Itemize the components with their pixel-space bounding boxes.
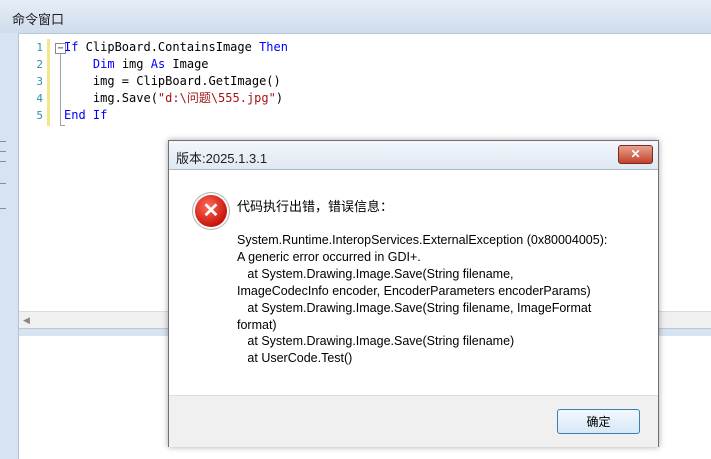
line-number-gutter: 1 2 3 4 5 [19,34,47,311]
error-heading: 代码执行出错，错误信息： [237,199,394,214]
code-text: img = ClipBoard.GetImage() [64,74,281,88]
line-number: 1 [36,41,43,54]
code-line: If ClipBoard.ContainsImage Then [64,39,288,56]
code-string: "d:\问题\555.jpg" [157,91,276,105]
dialog-title: 版本:2025.1.3.1 [176,151,268,166]
code-keyword: If [64,40,79,54]
error-icon: ✕ [195,195,227,227]
close-button[interactable]: ✕ [618,145,653,164]
code-line: img = ClipBoard.GetImage() [64,73,281,90]
code-text: img [114,57,151,71]
code-keyword: Dim [92,57,115,71]
error-dialog: 版本:2025.1.3.1 ✕ ✕ 代码执行出错，错误信息： System.Ru… [168,140,659,447]
error-message: System.Runtime.InteropServices.ExternalE… [237,233,608,366]
left-panel-edge [0,33,19,459]
line-number: 2 [36,58,43,71]
code-keyword: As [150,57,166,71]
code-keyword: Then [259,40,288,54]
window-titlebar: 命令窗口 [0,0,711,34]
scroll-left-icon[interactable]: ◀ [23,315,30,326]
dialog-body: ✕ 代码执行出错，错误信息： System.Runtime.InteropSer… [169,170,658,395]
ok-button[interactable]: 确定 [557,409,640,434]
line-number: 5 [36,109,43,122]
changed-lines-marker [47,39,50,126]
code-text: Image [165,57,209,71]
code-line: img.Save("d:\问题\555.jpg") [64,90,283,107]
code-line: End If [64,107,107,124]
code-line: Dim img As Image [64,56,209,73]
fold-guide [60,47,61,125]
code-keyword: End If [64,108,108,122]
code-text: img.Save( [64,91,158,105]
line-number: 4 [36,92,43,105]
line-number: 3 [36,75,43,88]
dialog-footer: 确定 [169,395,658,447]
code-text: ClipBoard.ContainsImage [78,40,260,54]
code-text: ) [275,91,284,105]
window-title: 命令窗口 [12,12,65,27]
fold-guide-end [60,125,65,126]
dialog-titlebar: 版本:2025.1.3.1 ✕ [169,141,658,170]
